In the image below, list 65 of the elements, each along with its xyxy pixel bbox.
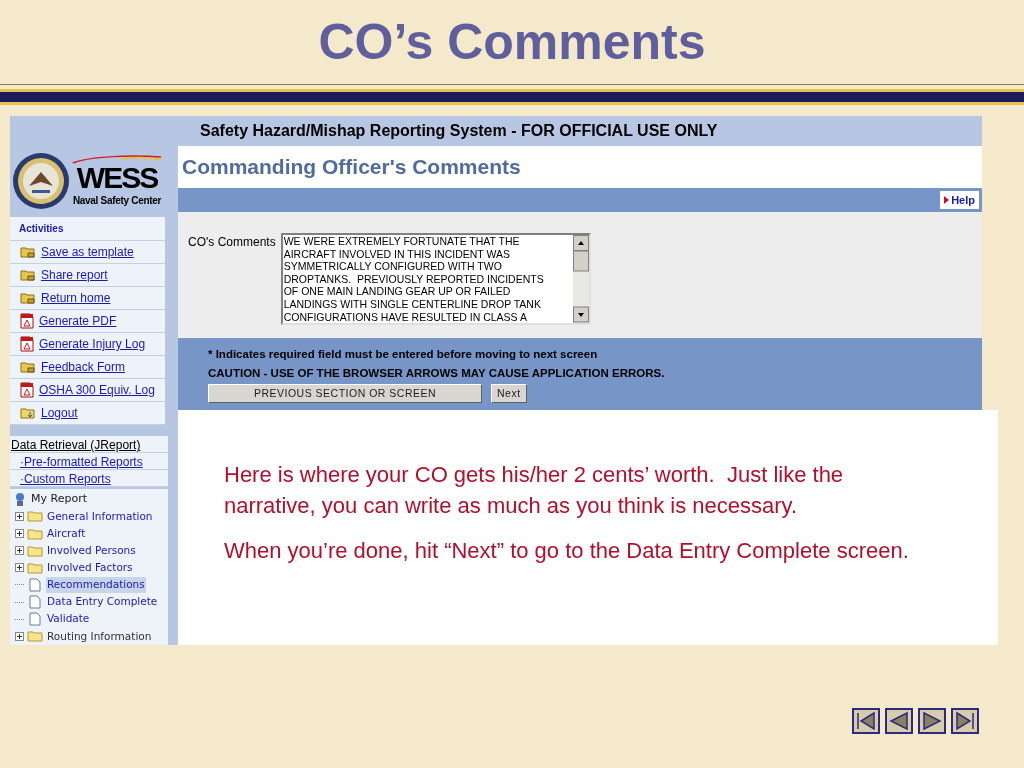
slide-paragraph: Here is where your CO gets his/her 2 cents’ worth. Just like the narrative, you can write as much as you think is necessary. [224, 461, 845, 520]
tree-item[interactable]: General Information [46, 508, 154, 525]
document-icon [20, 313, 34, 329]
page-title: Commanding Officer's Comments [182, 154, 521, 181]
activity-link[interactable]: Logout [41, 404, 78, 422]
user-icon [14, 491, 26, 507]
logo-subtitle: Naval Safety Center [72, 193, 162, 208]
page-icon [29, 595, 41, 610]
activity-link[interactable]: Generate Injury Log [39, 335, 146, 353]
notice-text: CAUTION - USE OF THE BROWSER ARROWS MAY CAUSE APPLICATION ERRORS. [208, 366, 666, 381]
folder-icon [20, 406, 36, 420]
slide-title: CO’s Comments [318, 12, 706, 72]
header-title: Safety Hazard/Mishap Reporting System - FOR OFFICIAL USE ONLY [200, 121, 718, 141]
activity-link[interactable]: Save as template [41, 243, 134, 261]
comments-field[interactable]: WE WERE EXTREMELY FORTUNATE THAT THE AIRCRAFT INVOLVED IN THIS INCIDENT WAS SYMMETRICALLY CONFIGURED WITH TWO DROPTANKS. PREVIOUSLY REPORTED INCIDENTS OF ONE MAIN LANDING GEAR UP OR FAILED LANDINGS WITH SINGLE CENTERLINE DROP TANK CONFIGURATIONS HAVE RESULTED IN CLASS A [280, 233, 591, 325]
tree-item[interactable]: Routing Information [46, 628, 153, 645]
seal-icon [12, 152, 70, 210]
reports-title: Data Retrieval (JReport) [10, 436, 168, 453]
folder-icon [20, 245, 36, 259]
report-link[interactable]: ·Custom Reports [10, 470, 168, 487]
expand-icon[interactable] [15, 511, 24, 521]
folder-icon [27, 544, 43, 557]
activity-link[interactable]: Feedback Form [41, 358, 126, 376]
folder-icon [20, 268, 36, 282]
tree-item[interactable]: Involved Persons [46, 542, 137, 559]
scrollbar[interactable] [572, 235, 589, 323]
folder-icon [27, 510, 43, 523]
next-icon[interactable] [918, 708, 946, 734]
logo-wordmark: WESS [76, 162, 158, 193]
previous-button[interactable]: PREVIOUS SECTION OR SCREEN [208, 384, 482, 403]
folder-icon [27, 527, 43, 540]
folder-icon [27, 561, 43, 574]
tree-item[interactable]: Data Entry Complete [46, 594, 159, 610]
activity-link[interactable]: Return home [41, 289, 111, 307]
help-button[interactable]: Help [940, 191, 979, 209]
expand-icon[interactable] [15, 631, 24, 641]
triangle-icon [944, 196, 950, 204]
report-link[interactable]: ·Pre-formatted Reports [10, 453, 168, 470]
page-icon [29, 577, 41, 592]
tree-root: My Report [31, 491, 87, 508]
document-icon [20, 382, 34, 398]
tree-item[interactable]: Involved Factors [46, 559, 134, 576]
first-slide-icon[interactable] [852, 708, 880, 734]
notice-text: * Indicates required field must be entered before moving to next screen [208, 347, 599, 362]
swoosh-icon [71, 154, 163, 165]
folder-icon [20, 291, 36, 305]
last-slide-icon[interactable] [951, 708, 979, 734]
activity-link[interactable]: Share report [41, 266, 108, 284]
activity-link[interactable]: OSHA 300 Equiv. Log [39, 381, 155, 399]
folder-icon [27, 630, 43, 643]
tree-item[interactable]: Validate [46, 611, 91, 628]
expand-icon[interactable] [15, 546, 24, 556]
next-button[interactable]: Next [491, 384, 527, 403]
document-icon [20, 336, 34, 352]
activity-link[interactable]: Generate PDF [39, 312, 117, 330]
slide-paragraph: When you’re done, hit “Next” to go to the Data Entry Complete screen. [224, 537, 910, 565]
field-label: CO's Comments [188, 234, 276, 251]
tree-item[interactable]: Recommendations [46, 577, 146, 593]
folder-icon [20, 360, 36, 374]
tree-item[interactable]: Aircraft [46, 525, 87, 542]
expand-icon[interactable] [15, 563, 24, 573]
previous-icon[interactable] [885, 708, 913, 734]
expand-icon[interactable] [15, 529, 24, 539]
activities-title: Activities [19, 222, 64, 236]
page-icon [29, 612, 41, 627]
